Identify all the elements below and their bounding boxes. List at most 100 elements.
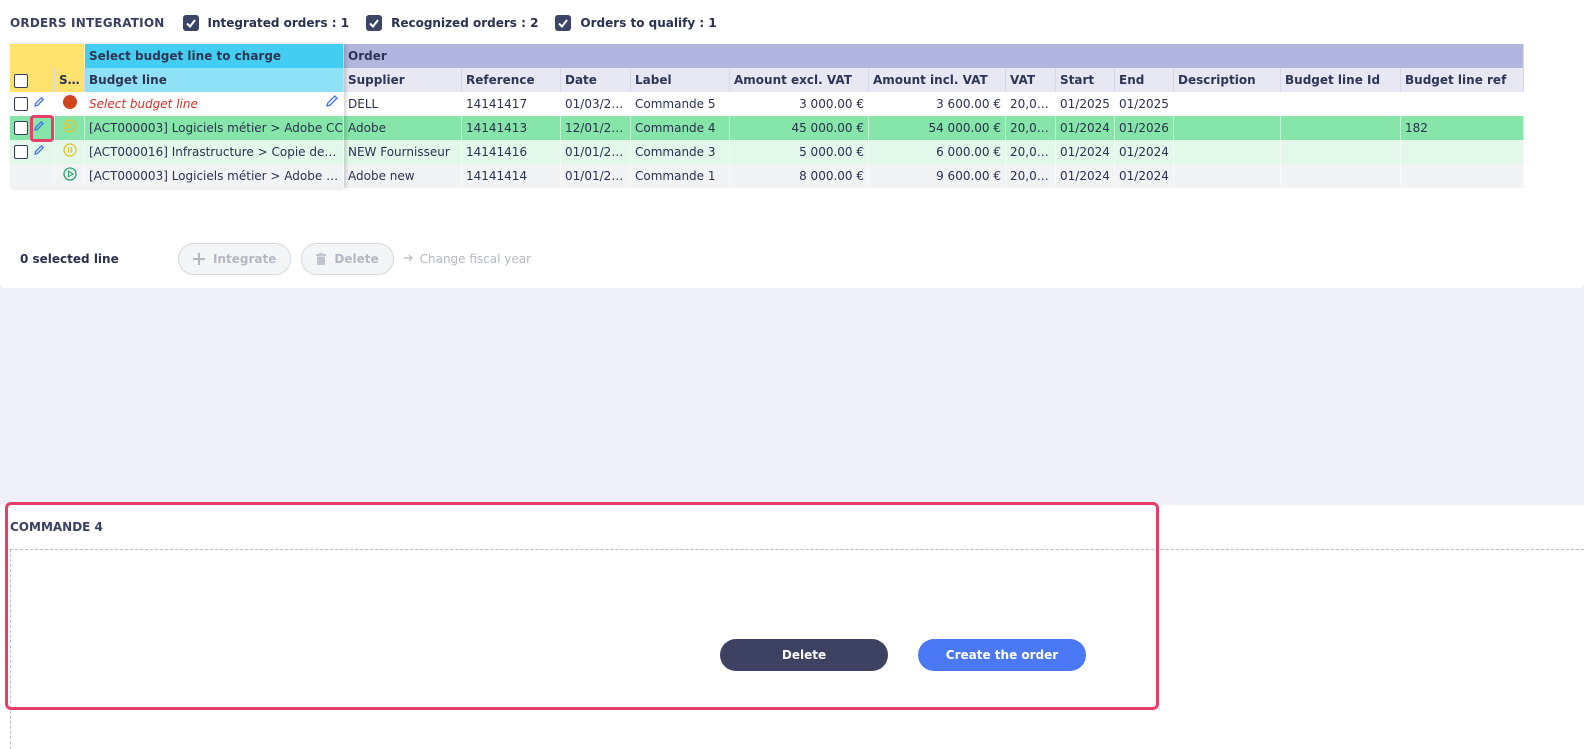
- budget-line-ref-cell: [1401, 92, 1524, 116]
- delete-order-button[interactable]: Delete: [720, 639, 888, 671]
- budget-line-cell[interactable]: [ACT000016] Infrastructure > Copie de 10…: [85, 140, 344, 164]
- budget-line-value: [ACT000003] Logiciels métier > Adobe CC: [89, 121, 343, 135]
- description-cell: [1174, 164, 1281, 188]
- play-status-icon: [62, 165, 77, 189]
- filter-label: Recognized orders : 2: [391, 16, 539, 30]
- date-cell: 01/03/2024: [561, 92, 631, 116]
- column-header-status[interactable]: St…: [55, 68, 85, 92]
- filter-label: Integrated orders : 1: [207, 16, 350, 30]
- column-header-reference[interactable]: Reference: [462, 68, 561, 92]
- checkbox-checked-icon[interactable]: [555, 15, 572, 31]
- row-checkbox[interactable]: [14, 145, 28, 159]
- status-cell: [55, 140, 85, 164]
- table-row[interactable]: [ACT000003] Logiciels métier > Adobe CC …: [10, 116, 1524, 140]
- grid-group-header: Select budget line to charge Order: [10, 44, 1524, 68]
- column-header-end[interactable]: End: [1115, 68, 1174, 92]
- edit-budget-line-icon[interactable]: [325, 92, 339, 116]
- checkbox-checked-icon[interactable]: [182, 15, 199, 31]
- create-order-button[interactable]: Create the order: [918, 639, 1086, 671]
- end-cell: 01/2024: [1115, 140, 1174, 164]
- row-checkbox[interactable]: [14, 121, 28, 135]
- reference-cell: 14141414: [462, 164, 561, 188]
- column-header-budget-line[interactable]: Budget line: [85, 68, 344, 92]
- budget-line-id-cell: [1281, 164, 1401, 188]
- end-cell: 01/2025: [1115, 92, 1174, 116]
- column-header-label[interactable]: Label: [631, 68, 730, 92]
- table-row[interactable]: Select budget line DELL 14141417 01/03/2…: [10, 92, 1524, 116]
- reference-cell: 14141413: [462, 116, 561, 140]
- end-cell: 01/2024: [1115, 164, 1174, 188]
- selected-count: 0 selected line: [20, 252, 119, 266]
- filter-integrated-orders[interactable]: Integrated orders : 1: [182, 15, 350, 31]
- date-cell: 01/01/2024: [561, 164, 631, 188]
- row-select-cell: [10, 140, 55, 164]
- start-cell: 01/2024: [1056, 140, 1115, 164]
- description-cell: [1174, 140, 1281, 164]
- checkbox-checked-icon[interactable]: [366, 15, 383, 31]
- order-detail-panel: COMMANDE 4 Delete Create the order: [0, 505, 1584, 749]
- label-cell: Commande 4: [631, 116, 730, 140]
- budget-line-ref-cell: 182: [1401, 116, 1524, 140]
- column-header-supplier[interactable]: Supplier: [344, 68, 462, 92]
- status-cell: [55, 92, 85, 116]
- vat-cell: 20,0 %: [1006, 116, 1056, 140]
- grid-column-header: St… Budget line Supplier Reference Date …: [10, 68, 1524, 92]
- supplier-cell: DELL: [344, 92, 462, 116]
- column-header-budget-line-ref[interactable]: Budget line ref: [1401, 68, 1524, 92]
- group-order-header: Order: [344, 44, 1524, 68]
- amount-incl-cell: 3 600.00 €: [869, 92, 1006, 116]
- select-all-cell: [10, 68, 55, 92]
- supplier-cell: Adobe new: [344, 164, 462, 188]
- panel-title: ORDERS INTEGRATION: [10, 16, 165, 30]
- edit-pencil-icon[interactable]: [33, 92, 45, 116]
- column-header-amount-excl-vat[interactable]: Amount excl. VAT: [730, 68, 869, 92]
- filter-orders-to-qualify[interactable]: Orders to qualify : 1: [555, 15, 717, 31]
- error-dot-icon: [62, 93, 77, 117]
- supplier-cell: NEW Fournisseur: [344, 140, 462, 164]
- column-header-start[interactable]: Start: [1056, 68, 1115, 92]
- grid-footer: 0 selected line Integrate Delete Change …: [20, 243, 531, 275]
- table-row[interactable]: [ACT000016] Infrastructure > Copie de 10…: [10, 140, 1524, 164]
- delete-selected-button[interactable]: Delete: [301, 243, 394, 275]
- edit-pencil-icon[interactable]: [33, 140, 45, 164]
- row-checkbox[interactable]: [14, 97, 28, 111]
- column-header-date[interactable]: Date: [561, 68, 631, 92]
- divider: [10, 549, 1584, 550]
- label-cell: Commande 3: [631, 140, 730, 164]
- amount-excl-cell: 3 000.00 €: [730, 92, 869, 116]
- column-header-description[interactable]: Description: [1174, 68, 1281, 92]
- column-header-amount-incl-vat[interactable]: Amount incl. VAT: [869, 68, 1006, 92]
- date-cell: 01/01/2024: [561, 140, 631, 164]
- column-header-budget-line-id[interactable]: Budget line Id: [1281, 68, 1401, 92]
- start-cell: 01/2024: [1056, 116, 1115, 140]
- filter-recognized-orders[interactable]: Recognized orders : 2: [366, 15, 538, 31]
- reference-cell: 14141417: [462, 92, 561, 116]
- group-budget-header: Select budget line to charge: [85, 44, 344, 68]
- integrate-button[interactable]: Integrate: [178, 243, 292, 275]
- amount-excl-cell: 45 000.00 €: [730, 116, 869, 140]
- change-fiscal-year-label: Change fiscal year: [419, 252, 532, 266]
- vat-cell: 20,0 %: [1006, 164, 1056, 188]
- select-all-checkbox[interactable]: [14, 73, 28, 88]
- start-cell: 01/2025: [1056, 92, 1115, 116]
- vat-cell: 20,0 %: [1006, 92, 1056, 116]
- column-header-vat[interactable]: VAT: [1006, 68, 1056, 92]
- amount-incl-cell: 9 600.00 €: [869, 164, 1006, 188]
- budget-line-id-cell: [1281, 116, 1401, 140]
- change-fiscal-year-link[interactable]: Change fiscal year: [403, 252, 532, 266]
- budget-line-cell[interactable]: [ACT000003] Logiciels métier > Adobe CC: [85, 164, 344, 188]
- supplier-cell: Adobe: [344, 116, 462, 140]
- budget-line-cell[interactable]: [ACT000003] Logiciels métier > Adobe CC: [85, 116, 344, 140]
- table-row[interactable]: [ACT000003] Logiciels métier > Adobe CC …: [10, 164, 1524, 188]
- amount-incl-cell: 6 000.00 €: [869, 140, 1006, 164]
- pause-status-icon: [62, 141, 77, 165]
- date-cell: 12/01/2024: [561, 116, 631, 140]
- budget-line-value: Select budget line: [89, 97, 198, 111]
- integrate-label: Integrate: [213, 252, 277, 266]
- amount-incl-cell: 54 000.00 €: [869, 116, 1006, 140]
- description-cell: [1174, 92, 1281, 116]
- start-cell: 01/2024: [1056, 164, 1115, 188]
- budget-line-cell[interactable]: Select budget line: [85, 92, 344, 116]
- status-cell: [55, 116, 85, 140]
- amount-excl-cell: 5 000.00 €: [730, 140, 869, 164]
